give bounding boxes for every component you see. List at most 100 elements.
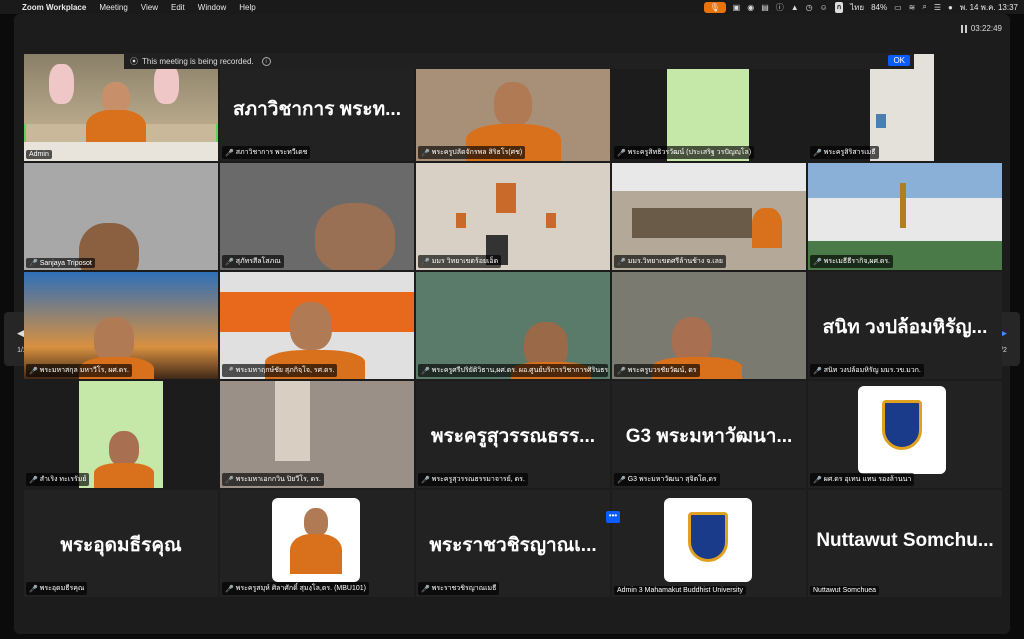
muted-mic-icon: 🎤	[225, 476, 234, 484]
info-icon[interactable]: i	[261, 56, 271, 66]
video-tile[interactable]: 🎤 พระครูสิทธิวรวัฒน์ (ประเสริฐ วรปัญญฺโล)	[612, 54, 806, 161]
muted-mic-icon: 🎤	[29, 476, 38, 484]
participant-name: 🎤 พระครูสุวรรณธรรมาจารย์, ดร.	[418, 473, 528, 486]
participant-name-text: ผศ.ดร อุเทน แทน รองล้านนา	[823, 476, 912, 483]
recording-banner: ⦿ This meeting is being recorded. i OK	[124, 53, 914, 69]
menu-window[interactable]: Window	[198, 3, 226, 12]
ok-button[interactable]: OK	[888, 55, 910, 66]
video-tile[interactable]: 🎤 พระครูปลัดจักรพล สิริธโร(ศช)	[416, 54, 610, 161]
video-tile[interactable]: สภาวิชาการ พระท... 🎤 สภาวิชาการ พระทวีเดช	[220, 54, 414, 161]
info-icon[interactable]: ⓘ	[776, 2, 784, 13]
video-tile[interactable]: 🎤 สุภัทรสีลโสภณ	[220, 163, 414, 270]
participant-name-text: พระครูสิทธิวรวัฒน์ (ประเสริฐ วรปัญญฺโล)	[627, 149, 752, 156]
participant-placeholder-name: G3 พระมหาวัฒนา...	[625, 426, 793, 447]
recording-icon: ⦿	[130, 56, 138, 66]
participant-name-text: พระครูสุวรรณธรรมาจารย์, ดร.	[431, 476, 525, 483]
timer-icon	[960, 24, 967, 33]
participant-name-text: พระมหาฤกษ์ชัย สุภกิจฺโจ, รศ.ดร.	[235, 367, 335, 374]
muted-mic-icon: 🎤	[617, 367, 626, 375]
video-tile[interactable]: พระอุดมธีรคุณ 🎤 พระอุดมธีรคุณ	[24, 490, 218, 597]
muted-mic-icon: 🎤	[421, 585, 430, 593]
meeting-timer[interactable]: 03:22:49	[960, 24, 1002, 33]
menu-view[interactable]: View	[141, 3, 158, 12]
participant-placeholder-name: สนิท วงปล้อมหิรัญ...	[822, 317, 988, 338]
video-tile[interactable]: 🎤 พระมหาสกุล มหาวีโร, ผศ.ดร.	[24, 272, 218, 379]
video-tile[interactable]: Admin	[24, 54, 218, 161]
participant-name-text: พระมหาสกุล มหาวีโร, ผศ.ดร.	[39, 367, 129, 374]
participant-name: 🎤 พระครูสมุห์ ศิลาศักดิ์ สุมงฺโล,ดร. (MBU…	[222, 582, 369, 595]
menu-edit[interactable]: Edit	[171, 3, 185, 12]
participant-name: 🎤 มมร วิทยาเขตร้อยเอ็ด	[418, 255, 502, 268]
participant-name: 🎤 Sanjaya Triposot	[26, 258, 95, 268]
video-tile[interactable]: 🎤 พระครูบวรชัยวัฒน์, ดร	[612, 272, 806, 379]
airplay-icon[interactable]: ▲	[791, 3, 799, 12]
video-tile[interactable]: Admin 3 Mahamakut Buddhist University	[612, 490, 806, 597]
video-tile[interactable]: 🎤 สำเริง ทะเรรัมย์	[24, 381, 218, 488]
search-icon[interactable]: ⌕	[922, 2, 926, 12]
participant-name: 🎤 พระครูสิริสารเมธี	[810, 146, 879, 159]
video-tile[interactable]: พระราชวชิรญาณเ... 🎤 พระราชวชิรญาณเมธี	[416, 490, 610, 597]
video-tile[interactable]: 🎤 มมร วิทยาเขตร้อยเอ็ด	[416, 163, 610, 270]
participant-name: 🎤 สำเริง ทะเรรัมย์	[26, 473, 90, 486]
participant-name: 🎤 สุภัทรสีลโสภณ	[222, 255, 284, 268]
menu-meeting[interactable]: Meeting	[99, 3, 127, 12]
video-tile[interactable]: 🎤 ผศ.ดร อุเทน แทน รองล้านนา	[808, 381, 1002, 488]
participant-name-text: พระครูปลัดจักรพล สิริธโร(ศช)	[431, 149, 523, 156]
input-language-badge[interactable]: ก	[834, 1, 844, 13]
participant-name-text: Admin 3 Mahamakut Buddhist University	[617, 587, 744, 594]
video-tile[interactable]: 🎤 พระครูสมุห์ ศิลาศักดิ์ สุมงฺโล,ดร. (MBU…	[220, 490, 414, 597]
control-center-icon[interactable]: ☰	[934, 3, 941, 12]
muted-mic-icon: 🎤	[617, 476, 626, 484]
battery-percent: 84%	[871, 2, 888, 12]
video-tile[interactable]: สนิท วงปล้อมหิรัญ... 🎤 สนิท วงปล้อมหิรัญ …	[808, 272, 1002, 379]
video-tile[interactable]: 🎤 พระเมธีธีรากิจ,ผศ.ดร.	[808, 163, 1002, 270]
line-icon[interactable]: ◉	[747, 3, 754, 12]
participant-name-text: สนิท วงปล้อมหิรัญ มมร.วข.มวก.	[823, 367, 921, 374]
user-icon[interactable]: ☺	[820, 3, 828, 12]
participant-name-text: G3 พระมหาวัฒนา สุจิตโต,ดร	[627, 476, 717, 483]
menu-app-name[interactable]: Zoom Workplace	[22, 3, 86, 12]
muted-mic-icon: 🎤	[225, 367, 234, 375]
siri-icon[interactable]: ●	[948, 3, 953, 12]
participant-name-text: พระครูบวรชัยวัฒน์, ดร	[627, 367, 697, 374]
participant-name-text: Sanjaya Triposot	[39, 259, 92, 267]
clock-icon[interactable]: ◷	[806, 3, 813, 12]
participant-name: 🎤 พระราชวชิรญาณเมธี	[418, 582, 500, 595]
participant-placeholder-name: พระอุดมธีรคุณ	[60, 535, 182, 556]
video-tile[interactable]: 🎤 พระมหาเอกกวิน ปิยวีโร, ดร.	[220, 381, 414, 488]
battery-icon[interactable]: ▭	[894, 3, 902, 12]
menubar-datetime[interactable]: พ. 14 พ.ค. 13:37	[960, 1, 1018, 14]
video-tile[interactable]: 🎤 พระมหาฤกษ์ชัย สุภกิจฺโจ, รศ.ดร.	[220, 272, 414, 379]
university-emblem	[858, 386, 946, 474]
tray-app-icon[interactable]: ▤	[761, 3, 769, 12]
video-tile[interactable]: 🎤 มมร.วิทยาเขตศรีล้านช้าง จ.เลย	[612, 163, 806, 270]
participant-photo	[272, 498, 360, 582]
video-tile[interactable]: Nuttawut Somchu... Nuttawut Somchuea	[808, 490, 1002, 597]
wifi-icon[interactable]: ≋	[909, 3, 916, 12]
more-options-button[interactable]: •••	[606, 511, 620, 523]
participant-name: 🎤 พระมหาสกุล มหาวีโร, ผศ.ดร.	[26, 364, 132, 377]
muted-mic-icon: 🎤	[813, 149, 822, 157]
participant-name-text: Nuttawut Somchuea	[813, 587, 877, 594]
participant-name-text: พระราชวชิรญาณเมธี	[431, 585, 497, 592]
input-language-label[interactable]: ไทย	[850, 1, 864, 14]
video-tile[interactable]: G3 พระมหาวัฒนา... 🎤 G3 พระมหาวัฒนา สุจิตโ…	[612, 381, 806, 488]
video-tile[interactable]: 🎤 พระครูศรีปริยัติวิธาน,ผศ.ดร. ผอ.ศูนย์บร…	[416, 272, 610, 379]
microphone-icon[interactable]: 🎙	[703, 1, 726, 13]
participant-name: 🎤 สภาวิชาการ พระทวีเดช	[222, 146, 311, 159]
participant-name-text: พระครูศรีปริยัติวิธาน,ผศ.ดร. ผอ.ศูนย์บริ…	[431, 367, 608, 374]
participant-name-text: พระเมธีธีรากิจ,ผศ.ดร.	[823, 258, 891, 265]
participant-name-text: สภาวิชาการ พระทวีเดช	[235, 149, 308, 156]
video-tile[interactable]: พระครูสุวรรณธรร... 🎤 พระครูสุวรรณธรรมาจาร…	[416, 381, 610, 488]
participant-name: 🎤 สนิท วงปล้อมหิรัญ มมร.วข.มวก.	[810, 364, 924, 377]
video-tile[interactable]: 🎤 Sanjaya Triposot	[24, 163, 218, 270]
status-tray: 🎙 ▣ ◉ ▤ ⓘ ▲ ◷ ☺ ก ไทย 84% ▭ ≋ ⌕ ☰ ● พ. 1…	[703, 0, 1018, 14]
muted-mic-icon: 🎤	[617, 258, 626, 266]
participant-name: Admin 3 Mahamakut Buddhist University	[614, 586, 747, 595]
participant-name: 🎤 ผศ.ดร อุเทน แทน รองล้านนา	[810, 473, 915, 486]
menu-help[interactable]: Help	[239, 3, 255, 12]
video-tile[interactable]: 🎤 พระครูสิริสารเมธี	[808, 54, 1002, 161]
participant-name-text: พระมหาเอกกวิน ปิยวีโร, ดร.	[235, 476, 321, 483]
zoom-tray-icon[interactable]: ▣	[733, 3, 741, 12]
muted-mic-icon: 🎤	[421, 149, 430, 157]
